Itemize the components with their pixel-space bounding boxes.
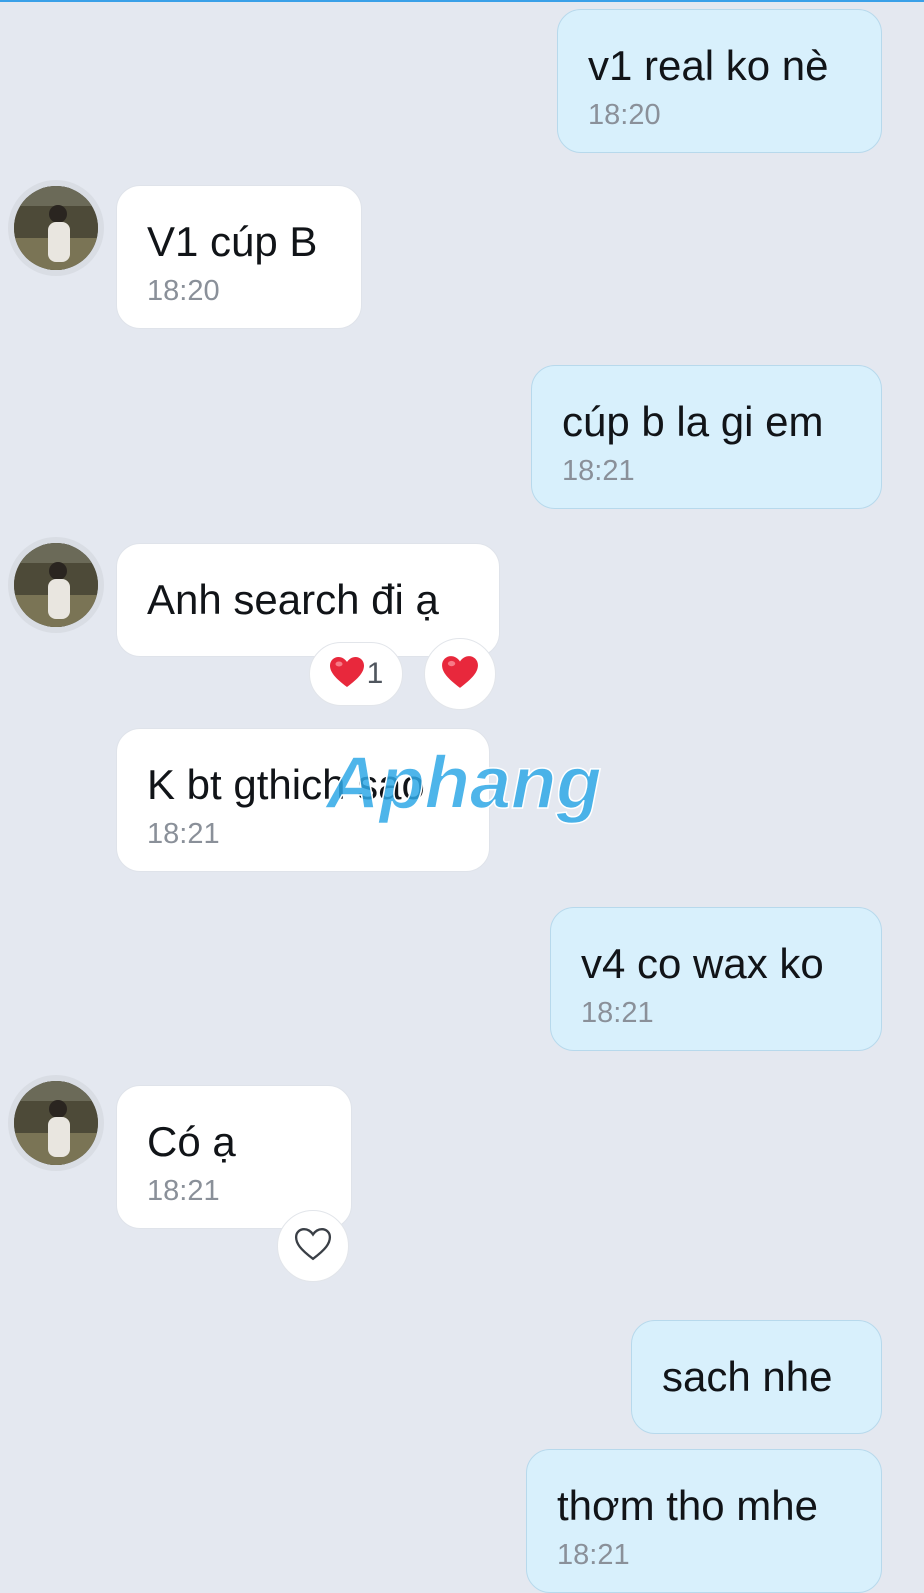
add-reaction-button[interactable]	[277, 1210, 349, 1282]
incoming-message[interactable]: K bt gthich sao 18:21	[116, 728, 490, 872]
outgoing-message[interactable]: v4 co wax ko 18:21	[550, 907, 882, 1051]
message-time: 18:20	[588, 99, 661, 131]
message-time: 18:21	[147, 818, 220, 850]
message-text: Anh search đi ạ	[147, 576, 439, 623]
contact-avatar[interactable]	[8, 180, 104, 276]
message-text: thơm tho mhe	[557, 1482, 818, 1529]
top-accent-line	[0, 0, 924, 2]
message-text: V1 cúp B	[147, 218, 318, 265]
message-text: v1 real ko nè	[588, 42, 829, 89]
message-time: 18:21	[562, 455, 635, 487]
heart-icon	[329, 656, 365, 693]
message-text: sach nhe	[662, 1353, 833, 1400]
incoming-message[interactable]: V1 cúp B 18:20	[116, 185, 362, 329]
message-text: v4 co wax ko	[581, 940, 824, 987]
add-reaction-button[interactable]	[424, 638, 496, 710]
heart-icon	[441, 655, 479, 694]
incoming-message[interactable]: Có ạ 18:21	[116, 1085, 352, 1229]
message-text: Có ạ	[147, 1118, 236, 1165]
outgoing-message[interactable]: thơm tho mhe 18:21	[526, 1449, 882, 1593]
reaction-badge[interactable]: 1	[309, 642, 403, 706]
incoming-message[interactable]: Anh search đi ạ	[116, 543, 500, 657]
message-text: K bt gthich sao	[147, 761, 425, 808]
contact-avatar[interactable]	[8, 537, 104, 633]
contact-avatar[interactable]	[8, 1075, 104, 1171]
message-time: 18:20	[147, 275, 220, 307]
message-time: 18:21	[557, 1539, 630, 1571]
outgoing-message[interactable]: sach nhe	[631, 1320, 882, 1434]
outgoing-message[interactable]: v1 real ko nè 18:20	[557, 9, 882, 153]
message-time: 18:21	[147, 1175, 220, 1207]
reaction-count: 1	[366, 657, 384, 690]
heart-outline-icon	[294, 1227, 332, 1266]
message-time: 18:21	[581, 997, 654, 1029]
outgoing-message[interactable]: cúp b la gi em 18:21	[531, 365, 882, 509]
message-text: cúp b la gi em	[562, 398, 824, 445]
